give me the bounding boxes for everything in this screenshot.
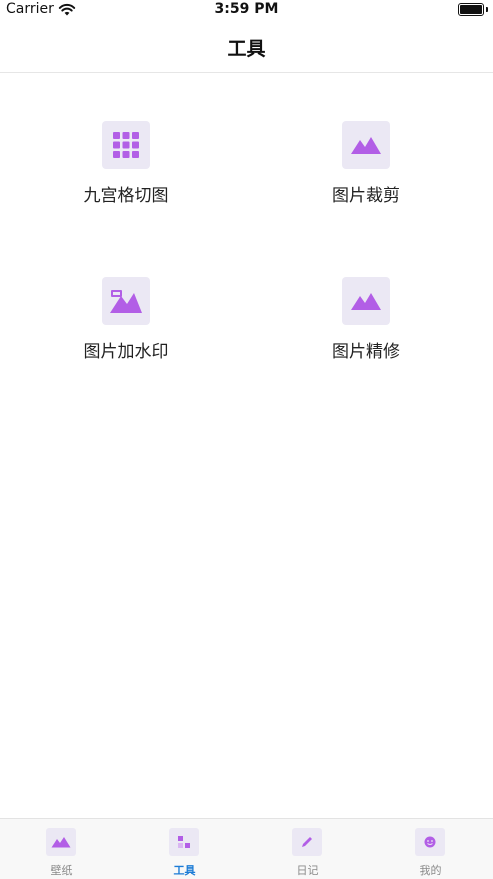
tool-watermark[interactable]: 图片加水印	[36, 277, 216, 387]
battery-icon	[458, 3, 484, 16]
tool-label: 九宫格切图	[83, 186, 169, 206]
face-icon	[415, 828, 445, 856]
tool-retouch[interactable]: 图片精修	[276, 277, 456, 387]
tab-diary[interactable]: 日记	[246, 819, 369, 879]
tab-label: 我的	[419, 864, 442, 877]
battery-cap	[486, 7, 488, 12]
tab-profile[interactable]: 我的	[369, 819, 492, 879]
mountain-icon	[342, 121, 390, 169]
mountain-icon	[342, 277, 390, 325]
tab-tools[interactable]: 工具	[123, 819, 246, 879]
tools-screen: Carrier 3:59 PM 工具 九宫格切图 图片裁剪 图片加水印 图片精修…	[0, 0, 493, 879]
tool-label: 图片加水印	[83, 342, 169, 362]
page-title: 工具	[227, 38, 266, 60]
tab-label: 工具	[173, 864, 196, 877]
tool-crop[interactable]: 图片裁剪	[276, 121, 456, 231]
mountain-icon	[46, 828, 76, 856]
grid-icon	[102, 121, 150, 169]
tab-bar: 壁纸 工具 日记 我的	[0, 818, 493, 879]
tool-label: 图片裁剪	[332, 186, 400, 206]
tab-wallpaper[interactable]: 壁纸	[0, 819, 123, 879]
pen-icon	[292, 828, 322, 856]
tab-label: 日记	[296, 864, 319, 877]
squares-icon	[169, 828, 199, 856]
tool-grid-cut[interactable]: 九宫格切图	[36, 121, 216, 231]
watermark-icon	[102, 277, 150, 325]
tool-label: 图片精修	[332, 342, 400, 362]
status-time: 3:59 PM	[214, 1, 279, 17]
tab-label: 壁纸	[50, 864, 73, 877]
navigation-bar: 工具	[0, 22, 493, 73]
status-bar: Carrier 3:59 PM	[0, 0, 493, 22]
